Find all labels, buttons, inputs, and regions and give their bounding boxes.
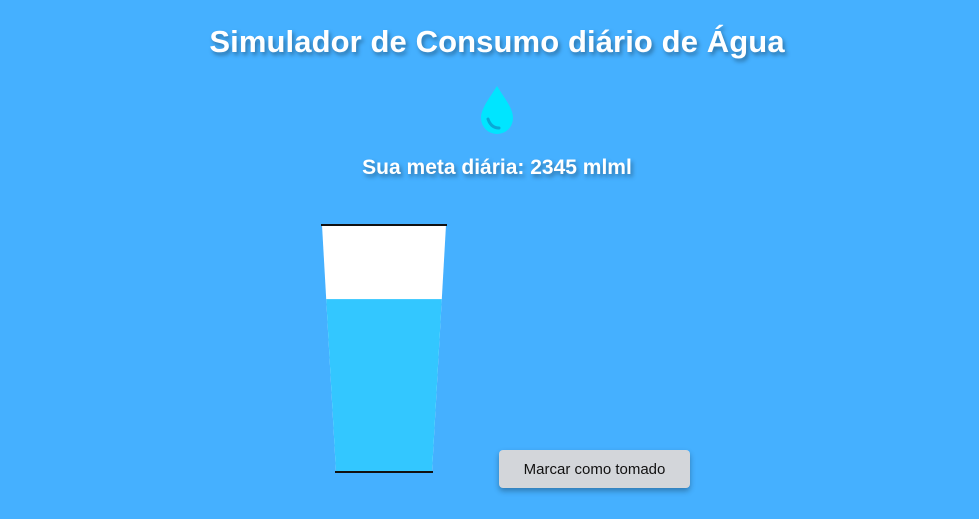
water-cup [321,224,447,473]
mark-as-taken-button[interactable]: Marcar como tomado [499,450,690,488]
cup-water-level [322,299,446,472]
daily-goal-text: Sua meta diária: 2345 mlml [362,156,632,179]
page-title: Simulador de Consumo diário de Água [209,24,785,59]
water-drop-icon [481,86,513,134]
